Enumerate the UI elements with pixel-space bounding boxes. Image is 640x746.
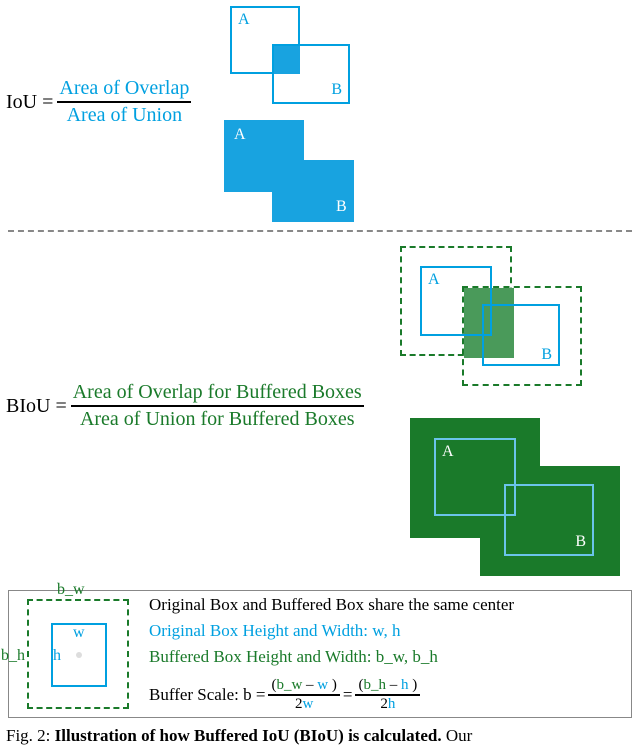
orig-b-union-label: B — [575, 533, 586, 551]
legend-bw: b_w — [57, 581, 85, 599]
iou-overlap-diagram: A B — [210, 6, 380, 116]
biou-equation: BIoU = Area of Overlap for Buffered Boxe… — [6, 380, 368, 432]
legend-w: w — [73, 624, 85, 642]
equals-sign: = — [343, 685, 353, 705]
legend-line1: Original Box and Buffered Box share the … — [149, 595, 514, 615]
legend-line2: Original Box Height and Width: w, h — [149, 621, 400, 641]
box-b-label: B — [331, 81, 342, 99]
iou-lhs: IoU = — [6, 91, 53, 114]
legend-line4: Buffer Scale: b = (b_w – w ) 2w = (b_h –… — [149, 677, 423, 713]
figure-caption: Fig. 2: Illustration of how Buffered IoU… — [6, 726, 472, 746]
orig-a-union-label: A — [442, 443, 454, 461]
iou-union-diagram: A B — [210, 120, 390, 230]
legend-h: h — [53, 647, 61, 665]
orig-b: B — [482, 304, 560, 366]
section-divider — [8, 230, 632, 232]
orig-a-label: A — [428, 271, 440, 289]
orig-b-union: B — [504, 484, 594, 556]
union-a-label: A — [234, 126, 246, 144]
buffer-scale-frac2: (b_h – h ) 2h — [355, 677, 420, 713]
legend-line3-pre: Buffered Box Height and Width: — [149, 647, 376, 666]
iou-fraction: Area of Overlap Area of Union — [57, 76, 191, 128]
orig-b-label: B — [541, 346, 552, 364]
caption-rest: Our — [442, 726, 473, 745]
union-b-label: B — [336, 198, 347, 216]
caption-bold: Illustration of how Buffered IoU (BIoU) … — [55, 726, 442, 745]
legend-line3-vals: b_w, b_h — [376, 647, 438, 666]
biou-overlap-diagram: A B — [400, 246, 620, 396]
legend-line2-vals: w, h — [372, 621, 400, 640]
biou-fraction: Area of Overlap for Buffered Boxes Area … — [71, 380, 364, 432]
legend-diagram: b_w b_h w h — [23, 599, 143, 715]
iou-denominator: Area of Union — [65, 103, 185, 128]
overlap-fill — [274, 46, 300, 74]
legend-bh: b_h — [1, 647, 25, 665]
figure-container: IoU = Area of Overlap Area of Union A B … — [0, 0, 640, 746]
buffer-scale-frac1: (b_w – w ) 2w — [268, 677, 339, 713]
biou-lhs: BIoU = — [6, 395, 67, 418]
buffer-scale-label: Buffer Scale: b = — [149, 685, 265, 705]
legend-box: b_w b_h w h Original Box and Buffered Bo… — [8, 590, 632, 718]
center-dot-icon — [76, 652, 82, 658]
legend-line2-pre: Original Box Height and Width: — [149, 621, 372, 640]
caption-fig-label: Fig. 2: — [6, 726, 55, 745]
biou-union-diagram: A B — [410, 418, 630, 578]
iou-equation: IoU = Area of Overlap Area of Union — [6, 76, 195, 128]
biou-numerator: Area of Overlap for Buffered Boxes — [71, 380, 364, 405]
box-a-label: A — [238, 11, 250, 29]
iou-numerator: Area of Overlap — [57, 76, 191, 101]
biou-denominator: Area of Union for Buffered Boxes — [78, 407, 357, 432]
legend-line3: Buffered Box Height and Width: b_w, b_h — [149, 647, 438, 667]
